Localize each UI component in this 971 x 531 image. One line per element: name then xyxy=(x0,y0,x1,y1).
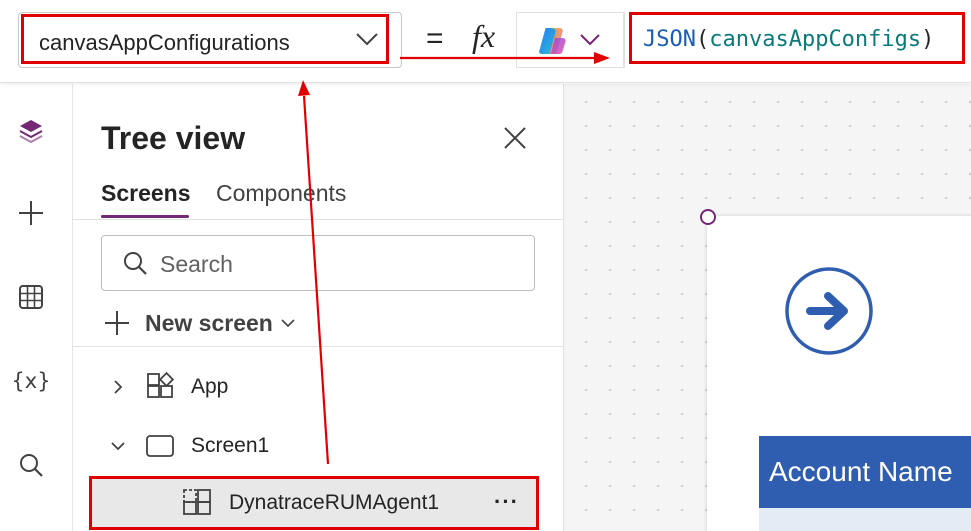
left-rail: {x} xyxy=(0,84,73,531)
copilot-logo-icon xyxy=(539,28,566,54)
tree-node-label: App xyxy=(191,375,229,398)
plus-icon[interactable] xyxy=(14,196,48,230)
design-canvas[interactable]: Account Name xyxy=(564,84,971,531)
account-name-header: Account Name xyxy=(769,456,953,487)
search-icon[interactable] xyxy=(14,448,48,482)
chevron-down-icon xyxy=(281,319,295,328)
app-screen-preview[interactable]: Account Name xyxy=(707,216,971,531)
new-screen-label: New screen xyxy=(145,309,273,336)
tree-view-title: Tree view xyxy=(101,120,246,156)
app-icon xyxy=(147,372,175,398)
fx-icon: fx xyxy=(472,18,496,54)
tree-node-label: Screen1 xyxy=(191,434,270,457)
tab-components[interactable]: Components xyxy=(216,180,346,207)
plus-icon xyxy=(105,311,129,335)
search-box[interactable] xyxy=(101,235,535,291)
arrow-right-circle-icon xyxy=(785,267,873,355)
close-icon[interactable] xyxy=(501,124,529,152)
chevron-right-icon[interactable] xyxy=(109,378,127,396)
power-apps-studio: canvasAppConfigurations = fx JSON(canvas… xyxy=(0,0,971,531)
copilot-button[interactable] xyxy=(516,12,624,68)
annotation-box-formula xyxy=(629,12,965,64)
tree-node-app[interactable]: App xyxy=(91,362,541,412)
chevron-down-icon[interactable] xyxy=(109,437,127,455)
table-icon[interactable] xyxy=(14,280,48,314)
chevron-down-icon xyxy=(580,34,600,46)
new-screen-button[interactable]: New screen xyxy=(103,306,295,340)
tab-divider xyxy=(73,219,564,220)
gallery-header: Account Name xyxy=(759,436,971,508)
annotation-box-property xyxy=(21,14,389,64)
layers-icon[interactable] xyxy=(14,114,48,148)
variables-icon[interactable]: {x} xyxy=(11,364,50,398)
selection-handle[interactable] xyxy=(700,209,716,225)
gallery-row xyxy=(759,508,971,531)
tree-node-screen1[interactable]: Screen1 xyxy=(91,421,541,471)
tree-view-panel: Tree view Screens Components New screen … xyxy=(73,84,564,531)
equals-sign: = xyxy=(426,22,444,55)
tree-divider xyxy=(73,346,564,347)
annotation-box-component xyxy=(89,476,539,530)
screen-icon xyxy=(146,435,174,457)
active-tab-indicator xyxy=(101,215,189,218)
tab-screens[interactable]: Screens xyxy=(101,180,191,207)
search-input[interactable] xyxy=(160,248,520,280)
search-icon xyxy=(124,252,147,275)
